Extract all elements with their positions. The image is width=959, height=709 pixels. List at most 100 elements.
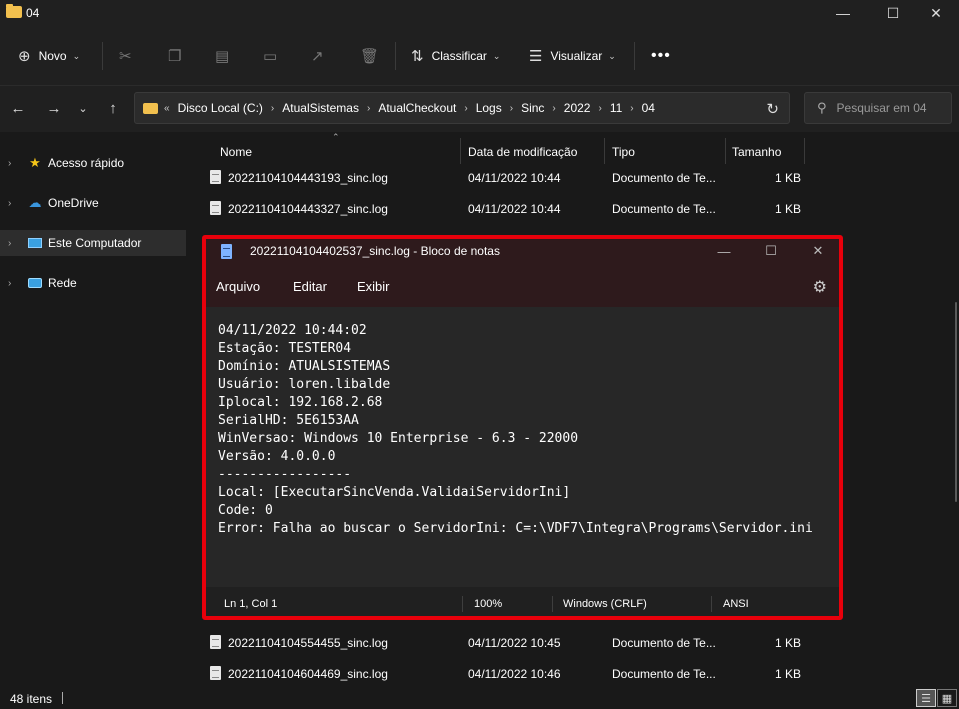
breadcrumb-item[interactable]: Sinc xyxy=(521,101,544,115)
file-type: Documento de Te... xyxy=(612,171,716,185)
file-modified: 04/11/2022 10:44 xyxy=(468,202,561,216)
chevron-right-icon[interactable]: › xyxy=(367,103,370,114)
chevron-left-icon: « xyxy=(164,102,170,114)
sidebar-item-label: Acesso rápido xyxy=(48,156,125,170)
item-count: 48 itens xyxy=(10,692,53,706)
chevron-right-icon[interactable]: › xyxy=(598,103,601,114)
sidebar-item-onedrive[interactable]: › ☁ OneDrive xyxy=(0,190,186,216)
rename-icon: ▭ xyxy=(263,48,278,65)
minimize-icon: — xyxy=(836,5,850,21)
rename-button[interactable]: ▭ xyxy=(263,44,285,68)
vertical-scrollbar[interactable] xyxy=(955,302,957,502)
search-input[interactable] xyxy=(836,101,937,115)
breadcrumb-item[interactable]: Disco Local (C:) xyxy=(178,101,263,115)
copy-icon: ❐ xyxy=(168,48,182,65)
share-button[interactable]: ↗ xyxy=(311,44,332,68)
breadcrumb-item[interactable]: AtualSistemas xyxy=(282,101,359,115)
refresh-icon[interactable]: ↻ xyxy=(766,100,779,118)
text-document-icon xyxy=(210,635,221,649)
window-title: 04 xyxy=(26,6,40,20)
breadcrumb-item[interactable]: 11 xyxy=(610,101,622,115)
navigation-bar: ← → ⌄ ↑ « Disco Local (C:) › AtualSistemas… xyxy=(0,86,959,132)
new-label: Novo xyxy=(38,49,67,63)
file-size: 1 KB xyxy=(775,202,802,216)
table-row[interactable]: 20221104104554455_sinc.log 04/11/2022 10… xyxy=(210,631,810,655)
search-icon: ⚲ xyxy=(817,100,827,115)
breadcrumb: Disco Local (C:) › AtualSistemas › AtualChec… xyxy=(178,101,655,115)
more-options-button[interactable]: ••• xyxy=(651,44,671,68)
table-row[interactable]: 20221104104443327_sinc.log 04/11/2022 10… xyxy=(210,197,810,221)
breadcrumb-item[interactable]: AtualCheckout xyxy=(378,101,456,115)
chevron-right-icon[interactable]: › xyxy=(552,103,555,114)
view-button[interactable]: ☰ Visualizar ⌄ xyxy=(529,44,616,68)
arrow-right-icon: → xyxy=(46,99,62,117)
recent-locations-button[interactable]: ⌄ xyxy=(73,98,93,118)
chevron-right-icon[interactable]: › xyxy=(8,238,11,249)
explorer-titlebar: 04 — ☐ ✕ xyxy=(0,0,959,26)
chevron-right-icon[interactable]: › xyxy=(510,103,513,114)
chevron-right-icon[interactable]: › xyxy=(464,103,467,114)
paste-button[interactable]: ▤ xyxy=(215,44,237,68)
sidebar-item-network[interactable]: › Rede xyxy=(0,270,186,296)
file-name: 20221104104604469_sinc.log xyxy=(228,667,388,681)
column-divider[interactable] xyxy=(460,138,461,164)
breadcrumb-item[interactable]: Logs xyxy=(476,101,502,115)
close-button[interactable]: ✕ xyxy=(913,0,959,26)
star-icon: ★ xyxy=(29,155,41,170)
back-button[interactable]: ← xyxy=(8,98,28,118)
search-box[interactable]: ⚲ xyxy=(804,92,952,124)
breadcrumb-item[interactable]: 04 xyxy=(642,101,655,115)
details-view-button[interactable]: ☰ xyxy=(916,689,936,707)
new-button[interactable]: ⊕ Novo ⌄ xyxy=(18,44,80,68)
folder-icon xyxy=(6,4,22,18)
sidebar-item-quick-access[interactable]: › ★ Acesso rápido xyxy=(0,150,186,176)
cut-button[interactable]: ✂ xyxy=(119,44,140,68)
sidebar-item-label: Este Computador xyxy=(48,236,142,250)
table-row[interactable]: 20221104104604469_sinc.log 04/11/2022 10… xyxy=(210,662,810,686)
column-divider[interactable] xyxy=(725,138,726,164)
status-divider xyxy=(62,692,63,704)
table-row[interactable]: 20221104104443193_sinc.log 04/11/2022 10… xyxy=(210,166,810,190)
file-type: Documento de Te... xyxy=(612,667,716,681)
status-bar: 48 itens ☰ ▦ xyxy=(0,686,959,709)
chevron-right-icon[interactable]: › xyxy=(8,198,11,209)
column-header-type[interactable]: Tipo xyxy=(612,140,635,164)
minimize-button[interactable]: — xyxy=(820,0,866,26)
breadcrumb-item[interactable]: 2022 xyxy=(564,101,591,115)
address-bar[interactable]: « Disco Local (C:) › AtualSistemas › AtualCh… xyxy=(134,92,790,124)
chevron-right-icon[interactable]: › xyxy=(271,103,274,114)
copy-button[interactable]: ❐ xyxy=(168,44,189,68)
view-label: Visualizar xyxy=(550,49,603,63)
folder-icon xyxy=(143,102,158,114)
file-modified: 04/11/2022 10:44 xyxy=(468,171,561,185)
file-modified: 04/11/2022 10:45 xyxy=(468,636,561,650)
column-header-name[interactable]: Nome xyxy=(220,140,252,164)
share-icon: ↗ xyxy=(311,48,324,65)
file-modified: 04/11/2022 10:46 xyxy=(468,667,561,681)
chevron-right-icon[interactable]: › xyxy=(8,158,11,169)
delete-button[interactable]: 🗑 xyxy=(360,44,387,68)
toolbar-divider xyxy=(395,42,396,70)
file-name: 20221104104554455_sinc.log xyxy=(228,636,388,650)
text-document-icon xyxy=(210,170,221,184)
trash-icon: 🗑 xyxy=(360,48,380,65)
forward-button[interactable]: → xyxy=(44,98,64,118)
column-divider[interactable] xyxy=(604,138,605,164)
tiles-view-button[interactable]: ▦ xyxy=(937,689,957,707)
sort-button[interactable]: ⇅ Classificar ⌄ xyxy=(411,44,500,68)
file-type: Documento de Te... xyxy=(612,636,716,650)
maximize-button[interactable]: ☐ xyxy=(870,0,916,26)
up-button[interactable]: ↑ xyxy=(103,98,123,118)
sidebar-item-this-pc[interactable]: › Este Computador xyxy=(0,230,186,256)
scissors-icon: ✂ xyxy=(119,48,132,65)
chevron-right-icon[interactable]: › xyxy=(8,278,11,289)
sidebar-item-label: OneDrive xyxy=(48,196,99,210)
chevron-right-icon[interactable]: › xyxy=(630,103,633,114)
maximize-icon: ☐ xyxy=(886,4,900,21)
network-icon xyxy=(27,275,43,291)
text-document-icon xyxy=(210,201,221,215)
column-header-modified[interactable]: Data de modificação xyxy=(468,140,577,164)
column-divider[interactable] xyxy=(804,138,805,164)
list-view-icon: ☰ xyxy=(529,48,543,65)
column-header-size[interactable]: Tamanho xyxy=(732,140,781,164)
